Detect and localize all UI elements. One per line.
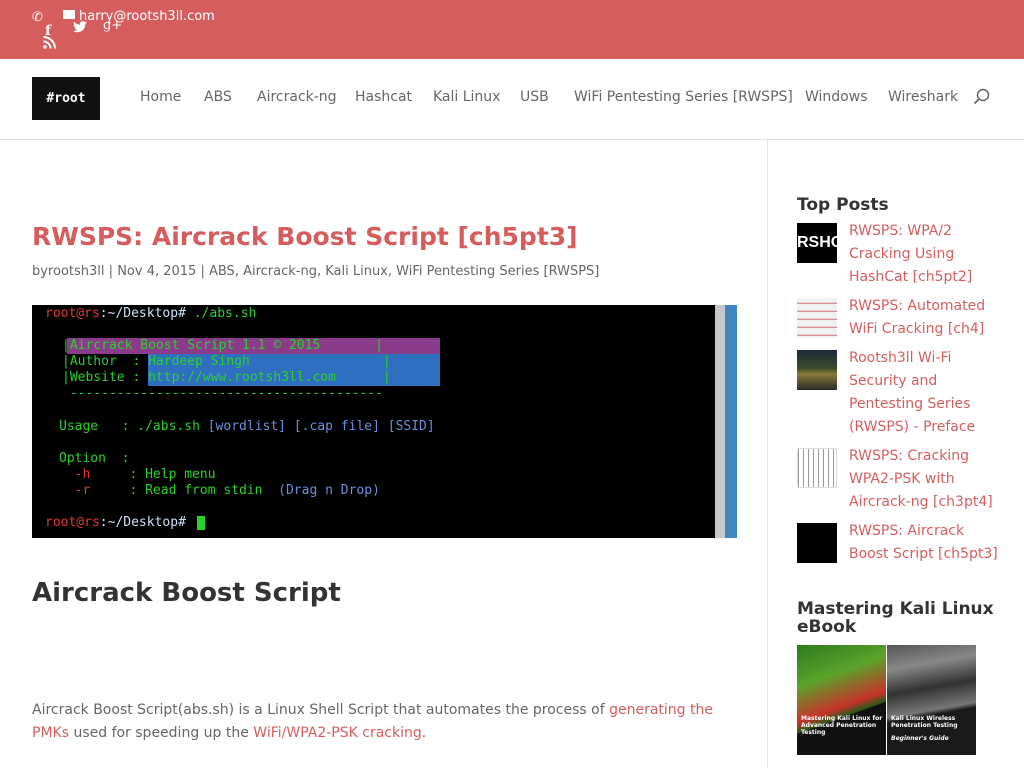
banner-line-2: |Author : Hardeep Singh | [62,354,391,369]
top-post-thumbnail[interactable] [797,350,837,390]
phone-icon: ✆ [32,10,43,25]
google-plus-icon[interactable]: g+ [103,19,122,32]
option-h-line: -h : Help menu [59,467,216,482]
top-post-link[interactable]: Rootsh3ll Wi-Fi Security and Pentesting … [849,347,1007,439]
site-header: #root Home ABS Aircrack-ng Hashcat Kali … [0,59,1024,140]
sidebar-divider [767,140,768,768]
option-r-extra: (Drag n Drop) [262,483,380,498]
meta-category-abs[interactable]: ABS [209,264,235,279]
usage-line: Usage : ./abs.sh [wordlist] [.cap file] … [59,419,435,434]
meta-category-rwsps[interactable]: WiFi Pentesting Series [RWSPS] [396,264,599,279]
nav-home[interactable]: Home [140,89,181,105]
top-posts-heading: Top Posts [797,195,889,215]
prompt-path: :~/Desktop# [99,515,186,530]
ebook-cover-mastering-kali[interactable]: Mastering Kali Linux for Advanced Penetr… [797,645,886,755]
nav-kali-linux[interactable]: Kali Linux [433,89,500,105]
rss-icon[interactable] [43,36,56,52]
terminal-prompt-line: root@rs:~/Desktop# ./abs.sh [45,306,256,321]
email-link[interactable]: harry@rootsh3ll.com [79,9,215,24]
ebook-heading: Mastering Kali Linux eBook [797,599,994,637]
top-post-thumbnail[interactable] [797,298,837,338]
ebook-cover-subtitle: Beginner's Guide [891,735,949,742]
meta-separator: | [104,264,118,279]
usage-args: [wordlist] [.cap file] [SSID] [199,419,435,434]
nav-usb[interactable]: USB [520,89,549,105]
prompt-command: ./abs.sh [185,306,257,321]
option-label: Option : [59,451,130,466]
nav-wireshark[interactable]: Wireshark [888,89,958,105]
usage-label: Usage : [59,419,130,434]
meta-by: by [32,264,48,279]
top-post-link[interactable]: RWSPS: Automated WiFi Cracking [ch4] [849,295,1007,341]
meta-comma: , [316,264,326,279]
option-r-line: -r : Read from stdin (Drag n Drop) [59,483,380,498]
post-title[interactable]: RWSPS: Aircrack Boost Script [ch5pt3] [32,222,578,251]
post-paragraph: Aircrack Boost Script(abs.sh) is a Linux… [32,699,737,745]
para-text: used for speeding up the [69,725,254,741]
meta-comma: , [387,264,397,279]
meta-date: Nov 4, 2015 [117,264,197,279]
prompt-path: :~/Desktop# [99,306,186,321]
banner-line-4: ---------------------------------------- [62,386,391,401]
prompt-user: root@rs [45,515,100,530]
para-text: Aircrack Boost Script(abs.sh) is a Linux… [32,702,610,718]
terminal-scrollbar-track [715,305,725,538]
banner-line-3: |Website : http://www.rootsh3ll.com | [62,370,391,385]
top-post-link[interactable]: RWSPS: Aircrack Boost Script [ch5pt3] [849,520,1007,566]
option-r-flag: -r [59,483,91,498]
meta-category-aircrack[interactable]: Aircrack-ng [243,264,317,279]
option-h-desc: : Help menu [90,467,216,482]
nav-abs[interactable]: ABS [204,89,232,105]
ebook-cover-title: Mastering Kali Linux for Advanced Penetr… [801,715,883,736]
option-r-desc: : Read from stdin [90,483,263,498]
terminal-prompt-line-2: root@rs:~/Desktop# [45,515,186,530]
twitter-icon[interactable] [73,21,87,36]
nav-hashcat[interactable]: Hashcat [355,89,412,105]
top-post-link[interactable]: RWSPS: WPA/2 Cracking Using HashCat [ch5… [849,220,1007,289]
terminal-cursor [197,516,205,530]
para-text: . [421,725,427,741]
terminal-screenshot: root@rs:~/Desktop# ./abs.sh |Aircrack Bo… [32,305,737,538]
section-heading: Aircrack Boost Script [32,578,341,608]
ebook-cover-title: Kali Linux Wireless Penetration Testing [891,715,958,729]
meta-author[interactable]: rootsh3ll [48,264,105,279]
meta-category-kali[interactable]: Kali Linux [325,264,388,279]
top-post-thumbnail[interactable] [797,448,837,488]
nav-windows[interactable]: Windows [805,89,868,105]
banner-line-1: |Aircrack Boost Script 1.1 © 2015 | [62,338,383,353]
option-h-flag: -h [59,467,91,482]
prompt-user: root@rs [45,306,100,321]
top-post-thumbnail[interactable]: RSHC [797,223,837,263]
site-logo[interactable]: #root [32,77,100,120]
top-post-link[interactable]: RWSPS: Cracking WPA2-PSK with Aircrack-n… [849,445,1007,514]
meta-separator: | [196,264,209,279]
ebook-cover-kali-wireless[interactable]: Kali Linux Wireless Penetration Testing … [887,645,976,755]
mail-icon [63,10,75,19]
nav-wifi-pentesting-series[interactable]: WiFi Pentesting Series [RWSPS] [574,89,793,105]
search-icon[interactable] [973,88,991,106]
nav-aircrack-ng[interactable]: Aircrack-ng [257,89,337,105]
meta-comma: , [234,264,244,279]
top-post-thumbnail[interactable] [797,523,837,563]
top-bar: ✆ harry@rootsh3ll.com f g+ [0,0,1024,59]
usage-command: ./abs.sh [129,419,200,434]
link-wpa2-psk-cracking[interactable]: WiFi/WPA2-PSK cracking [253,725,421,741]
post-meta: byrootsh3ll | Nov 4, 2015 | ABS, Aircrac… [32,264,599,279]
